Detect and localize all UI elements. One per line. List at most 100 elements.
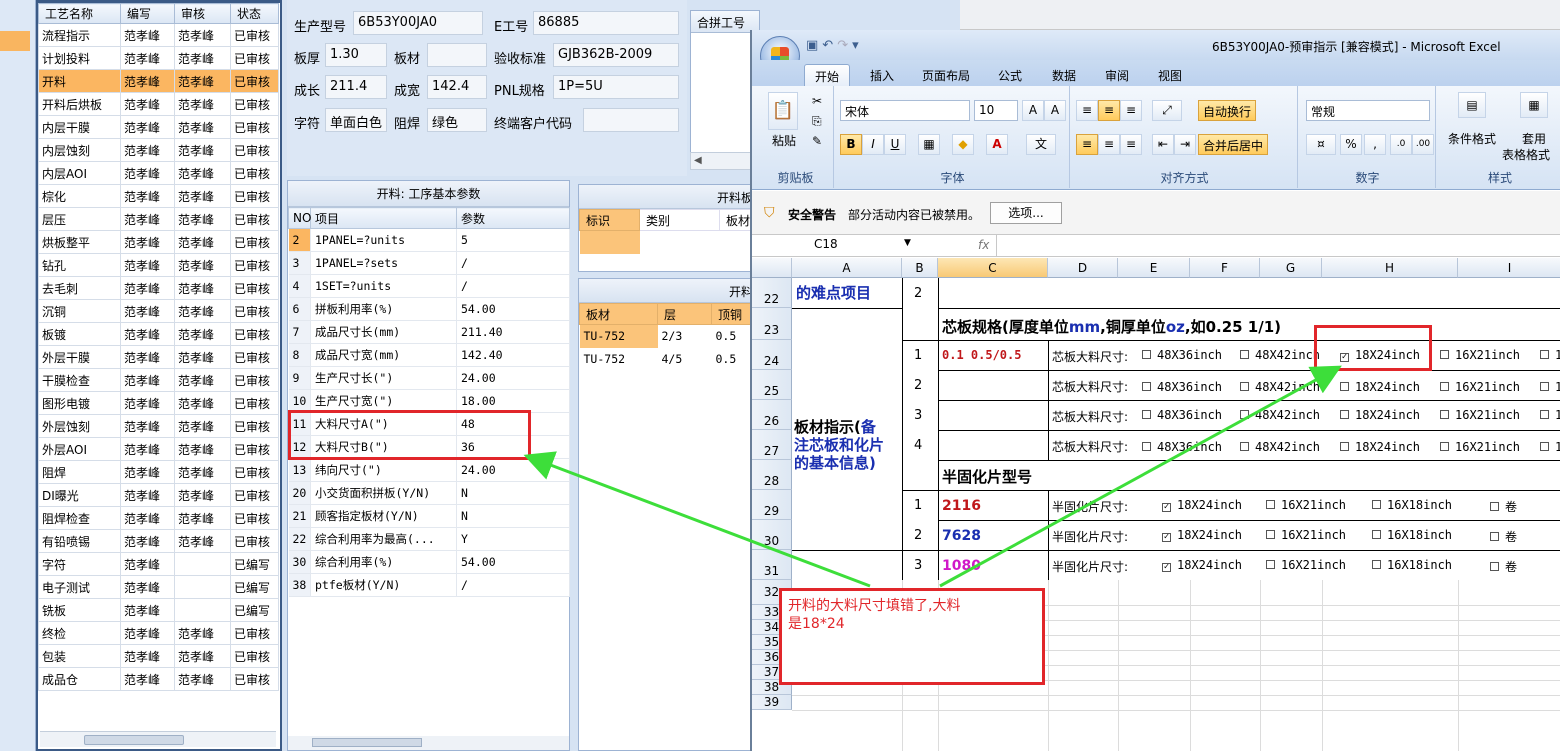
prepreg-size-label[interactable]: 半固化片尺寸:	[1052, 498, 1128, 515]
table-row[interactable]: 干膜检查 范孝峰 范孝峰 已审核	[38, 368, 279, 392]
table-cell[interactable]: 范孝峰	[120, 115, 175, 139]
row-number-cell[interactable]: 2	[914, 378, 922, 393]
table-cell[interactable]: 生产尺寸长(")	[310, 366, 457, 390]
column-header[interactable]: 层	[657, 303, 712, 325]
table-cell[interactable]: 20	[288, 481, 311, 505]
column-header-B[interactable]: B	[902, 258, 938, 278]
table-cell[interactable]: 范孝峰	[120, 69, 175, 93]
table-cell[interactable]: 范孝峰	[120, 46, 175, 70]
table-cell[interactable]: 板镀	[38, 322, 121, 346]
table-cell[interactable]: 范孝峰	[174, 138, 231, 162]
table-cell[interactable]: 范孝峰	[174, 115, 231, 139]
increase-decimal-icon[interactable]: .0	[1390, 134, 1412, 155]
core-size-checkbox[interactable]: 1	[1540, 408, 1560, 422]
table-cell[interactable]: 范孝峰	[120, 667, 175, 691]
table-cell[interactable]: 4	[288, 274, 311, 298]
core-size-checkbox[interactable]: 48X42inch	[1240, 348, 1320, 362]
cell-b22[interactable]: 2	[914, 286, 922, 301]
table-cell[interactable]: 外层干膜	[38, 345, 121, 369]
table-cell[interactable]: 范孝峰	[120, 529, 175, 553]
options-button[interactable]: 选项...	[990, 202, 1062, 224]
core-size-checkbox[interactable]: 48X42inch	[1240, 440, 1320, 454]
table-row[interactable]: 13 纬向尺寸(") 24.00	[288, 458, 570, 482]
table-cell[interactable]: 1PANEL=?units	[310, 228, 457, 252]
italic-icon[interactable]: I	[862, 134, 884, 155]
checkbox-icon[interactable]	[1240, 410, 1249, 419]
table-row[interactable]: 烘板整平 范孝峰 范孝峰 已审核	[38, 230, 279, 254]
namebox-dropdown-icon[interactable]: ▼	[904, 238, 911, 248]
table-cell[interactable]: 已审核	[230, 299, 279, 323]
checkbox-icon[interactable]	[1372, 560, 1381, 569]
table-cell[interactable]: 顾客指定板材(Y/N)	[310, 504, 457, 528]
table-cell[interactable]: 范孝峰	[174, 460, 231, 484]
core-size-checkbox[interactable]: 18X24inch	[1340, 408, 1420, 422]
table-cell[interactable]: 拼板利用率(%)	[310, 297, 457, 321]
table-row[interactable]: 阻焊检查 范孝峰 范孝峰 已审核	[38, 506, 279, 530]
row-number-cell[interactable]: 2	[914, 528, 922, 543]
table-cell[interactable]: 范孝峰	[120, 483, 175, 507]
table-cell[interactable]: 范孝峰	[120, 437, 175, 461]
format-painter-icon[interactable]: ✎	[812, 134, 822, 148]
table-cell[interactable]: 54.00	[456, 550, 570, 574]
table-row[interactable]: 2 1PANEL=?units 5	[288, 228, 570, 252]
table-cell[interactable]: 范孝峰	[174, 391, 231, 415]
checkbox-icon[interactable]	[1490, 532, 1499, 541]
checkbox-icon[interactable]	[1142, 350, 1151, 359]
table-cell[interactable]: 0.5	[712, 325, 754, 348]
table-cell[interactable]: 范孝峰	[120, 92, 175, 116]
table-cell[interactable]: 内层干膜	[38, 115, 121, 139]
font-color-icon[interactable]: A	[986, 134, 1008, 155]
number-format-select[interactable]: 常规	[1306, 100, 1430, 121]
material-field[interactable]	[427, 43, 487, 67]
table-cell[interactable]: 范孝峰	[174, 506, 231, 530]
table-cell[interactable]: 范孝峰	[174, 253, 231, 277]
core-size-checkbox[interactable]: 48X36inch	[1142, 440, 1222, 454]
checkbox-icon[interactable]	[1440, 442, 1449, 451]
increase-indent-icon[interactable]: ⇥	[1174, 134, 1196, 155]
align-bottom-icon[interactable]: ≡	[1120, 100, 1142, 121]
table-cell[interactable]: 1PANEL=?sets	[310, 251, 457, 275]
table-cell[interactable]: 成品尺寸长(mm)	[310, 320, 457, 344]
table-cell[interactable]: 已审核	[230, 184, 279, 208]
column-header[interactable]: 项目	[310, 207, 457, 229]
table-cell[interactable]: 纬向尺寸(")	[310, 458, 457, 482]
checkbox-icon[interactable]	[1440, 350, 1449, 359]
checkbox-icon[interactable]	[1142, 410, 1151, 419]
merge-center-button[interactable]: 合并后居中	[1198, 134, 1269, 155]
checkbox-icon[interactable]	[1490, 562, 1499, 571]
prepreg-size-checkbox[interactable]: 16X18inch	[1372, 558, 1452, 572]
thickness-field[interactable]: 1.30	[325, 43, 387, 67]
table-cell[interactable]	[579, 230, 640, 254]
table-row[interactable]: 开料 范孝峰 范孝峰 已审核	[38, 69, 279, 93]
table-row[interactable]: 棕化 范孝峰 范孝峰 已审核	[38, 184, 279, 208]
table-cell[interactable]: 范孝峰	[174, 46, 231, 70]
table-cell[interactable]: 6	[288, 297, 311, 321]
table-row[interactable]: 内层干膜 范孝峰 范孝峰 已审核	[38, 115, 279, 139]
table-cell[interactable]: 38	[288, 573, 311, 597]
table-cell[interactable]: 21	[288, 504, 311, 528]
table-cell[interactable]: 已审核	[230, 644, 279, 668]
table-cell[interactable]: 范孝峰	[174, 184, 231, 208]
table-row[interactable]: 38 ptfe板材(Y/N) /	[288, 573, 570, 597]
prepreg-heading[interactable]: 半固化片型号	[942, 466, 1032, 487]
prepreg-size-checkbox[interactable]: 16X18inch	[1372, 528, 1452, 542]
checkbox-icon[interactable]	[1142, 382, 1151, 391]
table-cell[interactable]: /	[456, 274, 570, 298]
table-cell[interactable]: 范孝峰	[120, 276, 175, 300]
table-cell[interactable]: 范孝峰	[120, 414, 175, 438]
row-number-cell[interactable]: 4	[914, 438, 922, 453]
prepreg-size-checkbox[interactable]: 16X21inch	[1266, 498, 1346, 512]
table-cell[interactable]: 已审核	[230, 345, 279, 369]
table-cell[interactable]: 范孝峰	[120, 138, 175, 162]
table-cell[interactable]: Y	[456, 527, 570, 551]
scroll-thumb[interactable]	[84, 735, 184, 745]
align-center-icon[interactable]: ≡	[1098, 134, 1120, 155]
tab-review[interactable]: 审阅	[1095, 64, 1139, 86]
table-row[interactable]: 3 1PANEL=?sets /	[288, 251, 570, 275]
prepreg-size-checkbox[interactable]: 卷	[1490, 528, 1517, 545]
table-cell[interactable]: 已编写	[230, 598, 279, 622]
table-cell[interactable]: 已审核	[230, 529, 279, 553]
save-icon[interactable]: ▣	[806, 38, 822, 53]
fill-color-icon[interactable]: ◆	[952, 134, 974, 155]
align-right-icon[interactable]: ≡	[1120, 134, 1142, 155]
